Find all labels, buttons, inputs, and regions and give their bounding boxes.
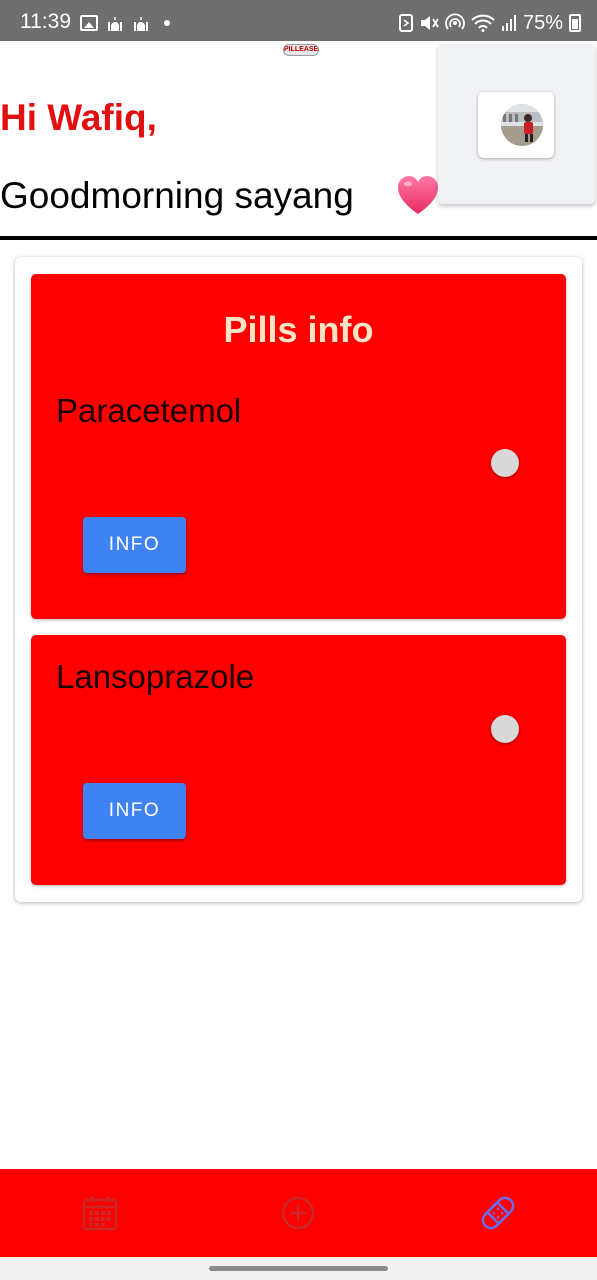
gesture-handle[interactable] <box>209 1266 388 1271</box>
signal-icon <box>501 15 516 31</box>
dot-icon <box>164 20 170 26</box>
mosque-icon <box>134 17 148 31</box>
pink-heart-icon <box>398 176 438 214</box>
profile-panel <box>438 44 595 204</box>
system-gesture-bar <box>0 1257 597 1280</box>
wifi-icon <box>471 14 495 32</box>
status-time: 11:39 <box>20 10 71 33</box>
status-left-icons <box>80 15 170 31</box>
greeting-name: Hi Wafiq, <box>0 97 157 138</box>
avatar <box>501 104 543 146</box>
pills-title: Pills info <box>223 309 374 350</box>
header-divider <box>0 236 597 240</box>
battery-percent: 75% <box>522 12 563 34</box>
pill-name: Lansoprazole <box>56 658 255 695</box>
hotspot-icon <box>445 13 465 30</box>
profile-button[interactable] <box>478 92 554 158</box>
mosque-icon <box>108 17 122 31</box>
pill-toggle[interactable] <box>491 715 519 743</box>
status-right-icons: 75% <box>398 12 581 34</box>
bottom-navigation <box>0 1169 597 1257</box>
app-logo: PILLEASE <box>283 44 319 56</box>
image-icon <box>80 15 98 31</box>
info-button[interactable]: INFO <box>83 517 186 573</box>
info-button[interactable]: INFO <box>83 783 186 839</box>
pills-container-card: Pills info Paracetemol INFO Lansoprazole… <box>15 257 582 902</box>
status-bar: 11:39 75% <box>0 0 597 41</box>
nfc-icon <box>398 14 413 32</box>
pill-name: Paracetemol <box>56 392 242 429</box>
pill-card: Lansoprazole INFO <box>31 635 566 885</box>
battery-icon <box>569 14 581 32</box>
bandage-icon[interactable] <box>478 1193 518 1233</box>
greeting-message: Goodmorning sayang <box>0 175 354 216</box>
calendar-icon[interactable] <box>82 1195 118 1231</box>
app-logo-text: PILLEASE <box>284 46 319 53</box>
pill-card: Pills info Paracetemol INFO <box>31 274 566 619</box>
mute-icon <box>420 16 439 30</box>
add-circle-icon[interactable] <box>280 1195 316 1231</box>
pill-toggle[interactable] <box>491 449 519 477</box>
